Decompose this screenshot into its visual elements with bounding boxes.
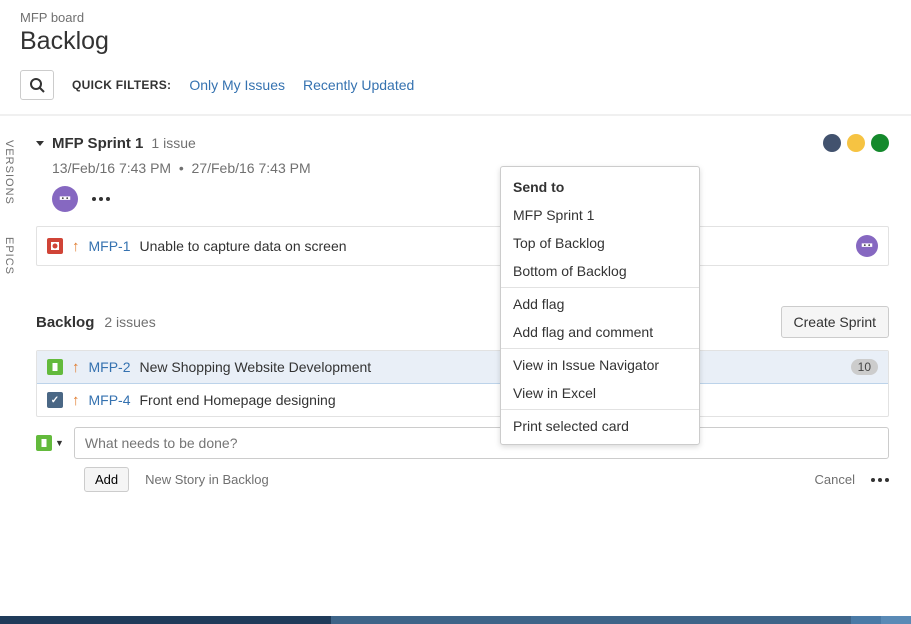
cm-top-of-backlog[interactable]: Top of Backlog: [501, 229, 699, 257]
backlog-issue-count: 2 issues: [104, 314, 155, 330]
new-issue-more[interactable]: [871, 478, 889, 482]
issue-summary: Unable to capture data on screen: [140, 238, 347, 254]
sprint-more-actions[interactable]: [92, 197, 110, 201]
issue-key[interactable]: MFP-2: [89, 359, 131, 375]
issue-type-picker[interactable]: ▼: [36, 435, 64, 451]
cancel-link[interactable]: Cancel: [815, 472, 855, 487]
ninja-icon: [860, 239, 874, 253]
issue-row[interactable]: ↑ MFP-2 New Shopping Website Development…: [37, 351, 888, 384]
sprint-name[interactable]: MFP Sprint 1: [52, 135, 143, 152]
add-button[interactable]: Add: [84, 467, 129, 492]
story-icon: [47, 359, 63, 375]
create-sprint-button[interactable]: Create Sprint: [781, 306, 889, 338]
cm-add-flag-comment[interactable]: Add flag and comment: [501, 318, 699, 346]
tab-epics[interactable]: EPICS: [0, 225, 18, 287]
issue-row[interactable]: ✓ ↑ MFP-4 Front end Homepage designing: [37, 384, 888, 416]
search-button[interactable]: [20, 70, 54, 100]
task-icon: ✓: [47, 392, 63, 408]
backlog-title: Backlog: [36, 314, 94, 331]
story-icon: [36, 435, 52, 451]
status-dot-todo: [823, 134, 841, 152]
issue-summary: New Shopping Website Development: [140, 359, 372, 375]
context-menu: Send to MFP Sprint 1 Top of Backlog Bott…: [500, 166, 700, 445]
ninja-icon: [58, 192, 72, 206]
footer-strip: [0, 616, 911, 624]
cm-send-to-sprint[interactable]: MFP Sprint 1: [501, 201, 699, 229]
caret-down-icon: ▼: [55, 438, 64, 448]
priority-up-icon: ↑: [72, 239, 80, 254]
context-menu-title: Send to: [501, 171, 699, 201]
new-issue-input[interactable]: [74, 427, 889, 459]
new-issue-hint: New Story in Backlog: [145, 472, 269, 487]
priority-up-icon: ↑: [72, 393, 80, 408]
issue-row[interactable]: ↑ MFP-1 Unable to capture data on screen: [37, 227, 888, 265]
cm-view-excel[interactable]: View in Excel: [501, 379, 699, 407]
bug-icon: [47, 238, 63, 254]
chevron-down-icon[interactable]: [36, 141, 44, 146]
filter-only-my-issues[interactable]: Only My Issues: [189, 77, 285, 93]
quick-filters-label: QUICK FILTERS:: [72, 78, 171, 92]
issue-key[interactable]: MFP-1: [89, 238, 131, 254]
cm-add-flag[interactable]: Add flag: [501, 290, 699, 318]
page-title: Backlog: [20, 27, 891, 56]
status-dot-done: [871, 134, 889, 152]
issue-key[interactable]: MFP-4: [89, 392, 131, 408]
cm-print[interactable]: Print selected card: [501, 412, 699, 440]
tab-versions[interactable]: VERSIONS: [0, 128, 18, 217]
priority-up-icon: ↑: [72, 360, 80, 375]
status-dot-inprogress: [847, 134, 865, 152]
backlog-issue-list: ↑ MFP-2 New Shopping Website Development…: [36, 350, 889, 417]
estimate-badge: 10: [851, 359, 878, 375]
assignee-avatar[interactable]: [52, 186, 78, 212]
breadcrumb[interactable]: MFP board: [20, 10, 891, 25]
cm-bottom-of-backlog[interactable]: Bottom of Backlog: [501, 257, 699, 285]
search-icon: [29, 77, 45, 93]
cm-view-navigator[interactable]: View in Issue Navigator: [501, 351, 699, 379]
sprint-issue-list: ↑ MFP-1 Unable to capture data on screen: [36, 226, 889, 266]
filter-recently-updated[interactable]: Recently Updated: [303, 77, 414, 93]
sprint-issue-count: 1 issue: [151, 135, 195, 151]
sprint-dates: 13/Feb/16 7:43 PM • 27/Feb/16 7:43 PM: [52, 160, 889, 176]
issue-summary: Front end Homepage designing: [140, 392, 336, 408]
row-assignee-avatar[interactable]: [856, 235, 878, 257]
